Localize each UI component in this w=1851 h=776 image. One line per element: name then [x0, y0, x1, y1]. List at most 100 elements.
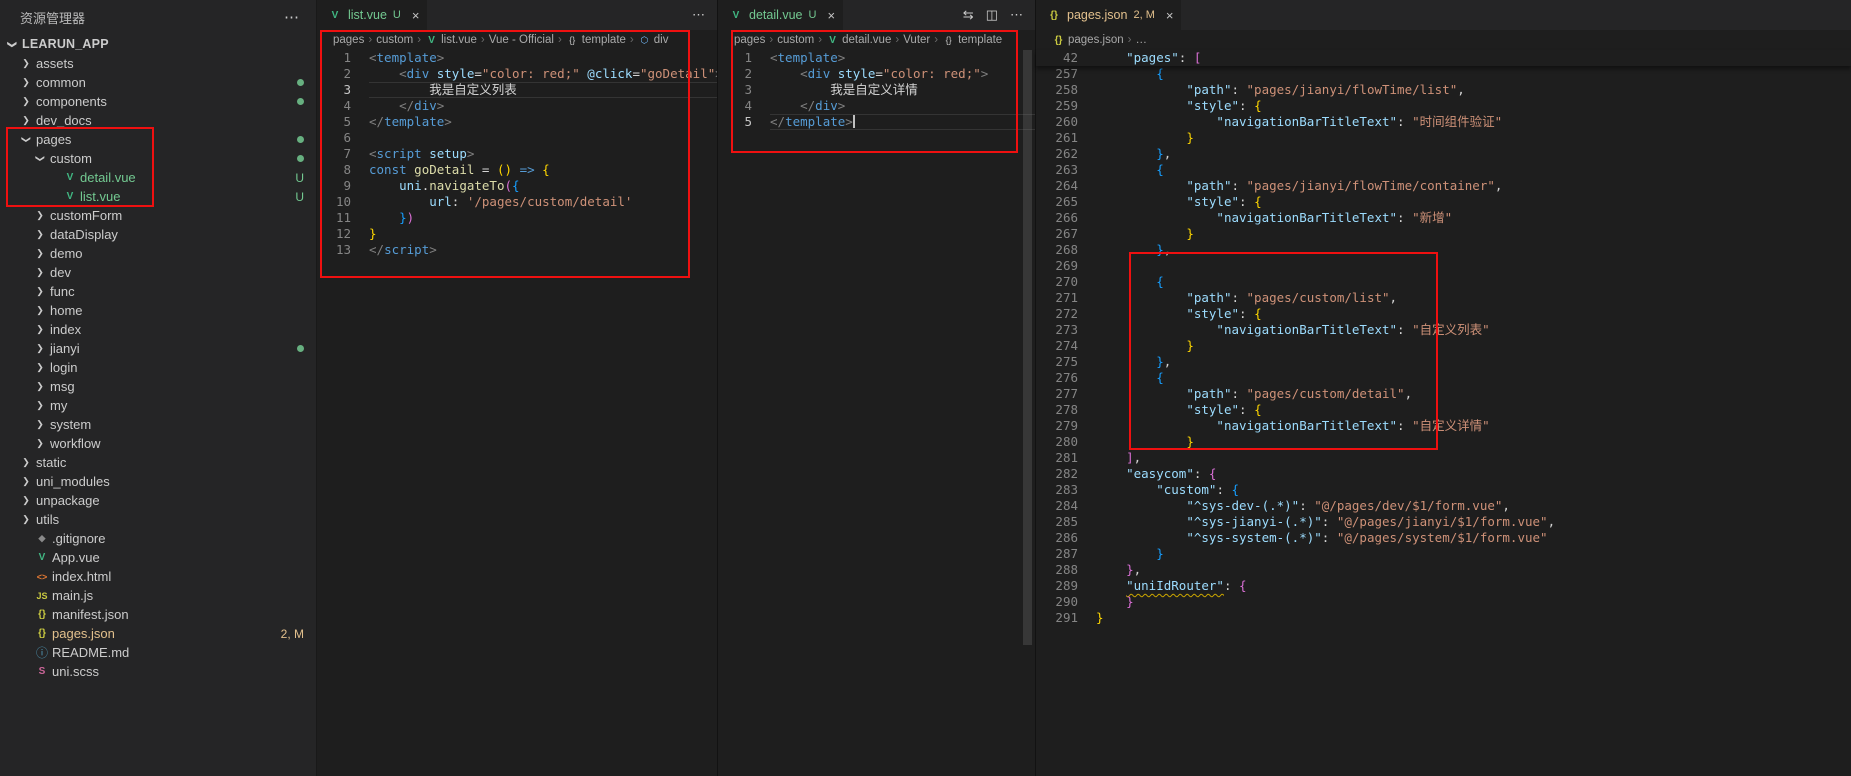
code-line-4[interactable]: 4 </div> [317, 98, 717, 114]
code-line-268[interactable]: 268 }, [1036, 242, 1851, 258]
tab-detail-vue[interactable]: Vdetail.vueU× [718, 0, 843, 30]
code-line-11[interactable]: 11 }) [317, 210, 717, 226]
code-line-264[interactable]: 264 "path": "pages/jianyi/flowTime/conta… [1036, 178, 1851, 194]
code-line-282[interactable]: 282 "easycom": { [1036, 466, 1851, 482]
tree-item-main.js[interactable]: JSmain.js [0, 586, 316, 605]
tree-item-utils[interactable]: ❯utils [0, 510, 316, 529]
tree-item-dev[interactable]: ❯dev [0, 263, 316, 282]
tab-pages-json[interactable]: {}pages.json2, M× [1036, 0, 1181, 30]
breadcrumb-item-template[interactable]: {}template [566, 34, 626, 46]
code-line-1[interactable]: 1<template> [317, 50, 717, 66]
code-line-274[interactable]: 274 } [1036, 338, 1851, 354]
breadcrumb-item-custom[interactable]: custom [376, 34, 413, 46]
code-area-pages-json[interactable]: 257 {258 "path": "pages/jianyi/flowTime/… [1036, 66, 1851, 776]
code-line-260[interactable]: 260 "navigationBarTitleText": "时间组件验证" [1036, 114, 1851, 130]
tree-item-pages.json[interactable]: {}pages.json2, M [0, 624, 316, 643]
code-line-284[interactable]: 284 "^sys-dev-(.*)": "@/pages/dev/$1/for… [1036, 498, 1851, 514]
tree-item-.gitignore[interactable]: ◆.gitignore [0, 529, 316, 548]
breadcrumb-item-template[interactable]: {}template [942, 34, 1002, 46]
code-line-3[interactable]: 3 我是自定义列表 [317, 82, 717, 98]
code-line-279[interactable]: 279 "navigationBarTitleText": "自定义详情" [1036, 418, 1851, 434]
breadcrumb-item-pages[interactable]: pages [734, 34, 765, 46]
breadcrumb-item-pages.json[interactable]: {}pages.json [1052, 34, 1124, 46]
code-line-287[interactable]: 287 } [1036, 546, 1851, 562]
more-icon[interactable]: ⋯ [1010, 7, 1023, 23]
split-editor-icon[interactable]: ◫ [986, 7, 998, 23]
more-icon[interactable]: ⋯ [692, 7, 705, 23]
tree-item-unpackage[interactable]: ❯unpackage [0, 491, 316, 510]
breadcrumb[interactable]: {}pages.json›… [1036, 30, 1851, 50]
code-line-277[interactable]: 277 "path": "pages/custom/detail", [1036, 386, 1851, 402]
code-line-278[interactable]: 278 "style": { [1036, 402, 1851, 418]
tree-item-static[interactable]: ❯static [0, 453, 316, 472]
tree-item-index[interactable]: ❯index [0, 320, 316, 339]
code-line-269[interactable]: 269 [1036, 258, 1851, 274]
tree-item-common[interactable]: ❯common [0, 73, 316, 92]
vertical-scrollbar[interactable] [1023, 50, 1032, 645]
code-line-2[interactable]: 2 <div style="color: red;"> [718, 66, 1035, 82]
code-area-list-vue[interactable]: 1<template>2 <div style="color: red;" @c… [317, 50, 717, 776]
code-line-276[interactable]: 276 { [1036, 370, 1851, 386]
tree-item-components[interactable]: ❯components [0, 92, 316, 111]
code-line-267[interactable]: 267 } [1036, 226, 1851, 242]
tree-item-dataDisplay[interactable]: ❯dataDisplay [0, 225, 316, 244]
tree-item-detail.vue[interactable]: Vdetail.vueU [0, 168, 316, 187]
tree-item-system[interactable]: ❯system [0, 415, 316, 434]
code-line-12[interactable]: 12} [317, 226, 717, 242]
code-line-6[interactable]: 6 [317, 130, 717, 146]
code-line-266[interactable]: 266 "navigationBarTitleText": "新增" [1036, 210, 1851, 226]
code-line-288[interactable]: 288 }, [1036, 562, 1851, 578]
breadcrumb[interactable]: pages›custom›Vlist.vue›Vue - Official›{}… [317, 30, 717, 50]
tree-item-manifest.json[interactable]: {}manifest.json [0, 605, 316, 624]
explorer-more-actions-icon[interactable]: ⋯ [284, 8, 300, 26]
breadcrumb-item-…[interactable]: … [1135, 34, 1147, 46]
code-line-5[interactable]: 5</template> [718, 114, 1035, 130]
code-line-265[interactable]: 265 "style": { [1036, 194, 1851, 210]
code-line-289[interactable]: 289 "uniIdRouter": { [1036, 578, 1851, 594]
code-line-5[interactable]: 5</template> [317, 114, 717, 130]
code-line-4[interactable]: 4 </div> [718, 98, 1035, 114]
tree-item-customForm[interactable]: ❯customForm [0, 206, 316, 225]
tree-item-demo[interactable]: ❯demo [0, 244, 316, 263]
code-line-281[interactable]: 281 ], [1036, 450, 1851, 466]
breadcrumb-item-pages[interactable]: pages [333, 34, 364, 46]
tree-item-README.md[interactable]: ⓘREADME.md [0, 643, 316, 662]
tree-item-uni.scss[interactable]: Suni.scss [0, 662, 316, 681]
code-line-285[interactable]: 285 "^sys-jianyi-(.*)": "@/pages/jianyi/… [1036, 514, 1851, 530]
tree-item-msg[interactable]: ❯msg [0, 377, 316, 396]
code-line-270[interactable]: 270 { [1036, 274, 1851, 290]
breadcrumb-item-Vue - Official[interactable]: Vue - Official [489, 34, 554, 46]
close-icon[interactable]: × [412, 8, 420, 23]
breadcrumb-item-list.vue[interactable]: Vlist.vue [425, 34, 477, 46]
close-icon[interactable]: × [827, 8, 835, 23]
code-line-291[interactable]: 291} [1036, 610, 1851, 626]
sticky-scroll-line[interactable]: 42 "pages": [ [1036, 50, 1851, 66]
code-line-2[interactable]: 2 <div style="color: red;" @click="goDet… [317, 66, 717, 82]
tab-list-vue[interactable]: Vlist.vueU× [317, 0, 427, 30]
code-line-258[interactable]: 258 "path": "pages/jianyi/flowTime/list"… [1036, 82, 1851, 98]
breadcrumb-item-div[interactable]: ⬡div [638, 34, 669, 46]
tree-item-dev_docs[interactable]: ❯dev_docs [0, 111, 316, 130]
code-line-8[interactable]: 8const goDetail = () => { [317, 162, 717, 178]
open-changes-icon[interactable]: ⇆ [963, 7, 974, 23]
breadcrumb[interactable]: pages›custom›Vdetail.vue›Vuter›{}templat… [718, 30, 1035, 50]
code-line-262[interactable]: 262 }, [1036, 146, 1851, 162]
code-line-275[interactable]: 275 }, [1036, 354, 1851, 370]
code-line-13[interactable]: 13</script> [317, 242, 717, 258]
tree-item-func[interactable]: ❯func [0, 282, 316, 301]
code-line-280[interactable]: 280 } [1036, 434, 1851, 450]
tree-item-assets[interactable]: ❯assets [0, 54, 316, 73]
breadcrumb-item-Vuter[interactable]: Vuter [903, 34, 930, 46]
code-line-10[interactable]: 10 url: '/pages/custom/detail' [317, 194, 717, 210]
tree-item-uni_modules[interactable]: ❯uni_modules [0, 472, 316, 491]
tree-item-login[interactable]: ❯login [0, 358, 316, 377]
tree-item-jianyi[interactable]: ❯jianyi [0, 339, 316, 358]
tree-item-pages[interactable]: ❯pages [0, 130, 316, 149]
code-line-273[interactable]: 273 "navigationBarTitleText": "自定义列表" [1036, 322, 1851, 338]
code-line-257[interactable]: 257 { [1036, 66, 1851, 82]
tree-item-home[interactable]: ❯home [0, 301, 316, 320]
breadcrumb-item-detail.vue[interactable]: Vdetail.vue [826, 34, 891, 46]
code-line-271[interactable]: 271 "path": "pages/custom/list", [1036, 290, 1851, 306]
code-line-9[interactable]: 9 uni.navigateTo({ [317, 178, 717, 194]
tree-item-index.html[interactable]: <>index.html [0, 567, 316, 586]
